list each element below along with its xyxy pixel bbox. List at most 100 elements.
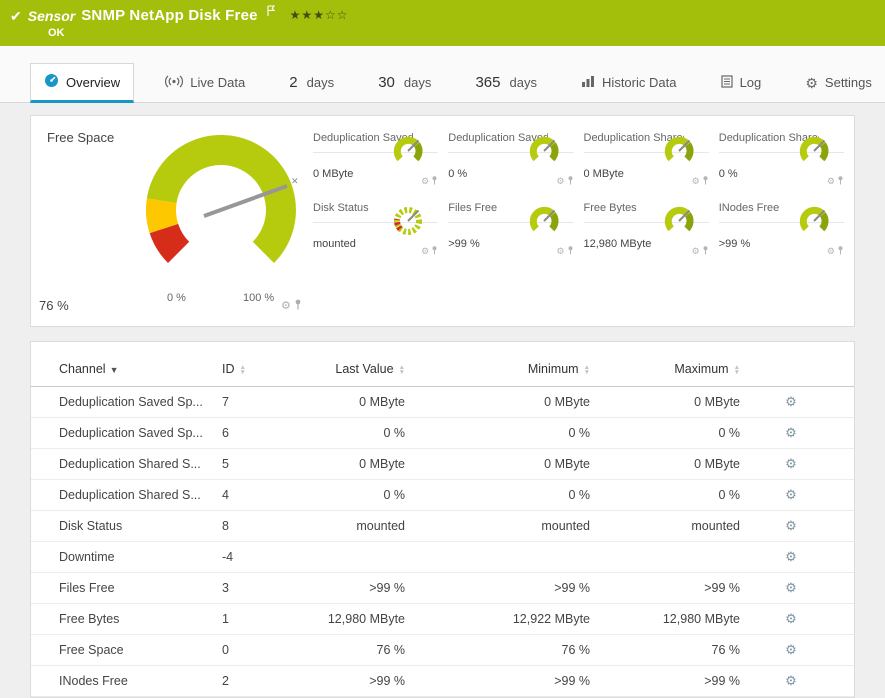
channel-id: -4: [216, 542, 296, 573]
gear-icon[interactable]: ⚙: [827, 247, 835, 256]
channel-settings-icon[interactable]: ⚙: [785, 673, 797, 688]
last-value: mounted: [296, 511, 411, 542]
minimum-value: 0 MByte: [411, 449, 596, 480]
channel-settings-icon[interactable]: ⚙: [785, 456, 797, 471]
mini-gauge-dedup-shared-pct[interactable]: Deduplication Shared ... 0 % ⚙: [719, 128, 844, 192]
channel-name: Deduplication Saved Sp...: [31, 418, 216, 449]
table-row[interactable]: Downtime -4 ⚙: [31, 542, 854, 573]
channel-id: 6: [216, 418, 296, 449]
gear-icon[interactable]: ⚙: [421, 247, 429, 256]
maximum-value: mounted: [596, 511, 746, 542]
last-value: 0 %: [296, 418, 411, 449]
channel-settings-icon[interactable]: ⚙: [785, 487, 797, 502]
flag-icon[interactable]: [266, 4, 276, 22]
mini-gauge-free-bytes[interactable]: Free Bytes 12,980 MByte ⚙: [584, 198, 709, 262]
gauge-pin-icon[interactable]: [294, 297, 302, 315]
sort-icon: ▲▼: [399, 365, 405, 375]
channel-id: 7: [216, 387, 296, 418]
channel-name: INodes Free: [31, 666, 216, 697]
table-row[interactable]: Deduplication Shared S... 4 0 % 0 % 0 % …: [31, 480, 854, 511]
tab-historic-data[interactable]: Historic Data: [568, 63, 689, 102]
pin-icon[interactable]: [837, 242, 844, 260]
mini-gauge-dedup-saved-bytes[interactable]: Deduplication Saved S... 0 MByte ⚙: [313, 128, 438, 192]
pin-icon[interactable]: [431, 172, 438, 190]
tab-365-days[interactable]: 365 days: [462, 63, 550, 102]
channel-settings-icon[interactable]: ⚙: [785, 642, 797, 657]
mini-gauge-dedup-saved-pct[interactable]: Deduplication Saved S... 0 % ⚙: [448, 128, 573, 192]
minimum-value: 76 %: [411, 635, 596, 666]
pin-icon[interactable]: [837, 172, 844, 190]
table-row[interactable]: Files Free 3 >99 % >99 % >99 % ⚙: [31, 573, 854, 604]
main-gauge-title: Free Space: [47, 130, 114, 145]
channel-settings-icon[interactable]: ⚙: [785, 611, 797, 626]
channel-settings-icon[interactable]: ⚙: [785, 425, 797, 440]
maximum-value: [596, 542, 746, 573]
table-header-row: Channel▼ ID▲▼ Last Value▲▼ Minimum▲▼ Max…: [31, 354, 854, 387]
last-value: 76 %: [296, 635, 411, 666]
log-icon: [721, 75, 733, 91]
channel-settings-icon[interactable]: ⚙: [785, 549, 797, 564]
last-value: >99 %: [296, 573, 411, 604]
mini-gauge-value: 12,980 MByte: [584, 238, 652, 250]
channel-settings-icon[interactable]: ⚙: [785, 394, 797, 409]
mini-gauge-disk-status[interactable]: Disk Status mounted ⚙: [313, 198, 438, 262]
last-value: 0 MByte: [296, 387, 411, 418]
mini-gauge-dial: [794, 134, 834, 170]
pin-icon[interactable]: [702, 242, 709, 260]
tab-live-data[interactable]: Live Data: [152, 63, 258, 102]
mini-gauge-dedup-shared-bytes[interactable]: Deduplication Shared ... 0 MByte ⚙: [584, 128, 709, 192]
col-header-channel[interactable]: Channel▼: [31, 354, 216, 387]
gear-icon[interactable]: ⚙: [827, 177, 835, 186]
mini-gauge-value: mounted: [313, 238, 356, 250]
mini-gauge-inodes-free[interactable]: INodes Free >99 % ⚙: [719, 198, 844, 262]
status-badge: OK: [48, 27, 875, 39]
gear-icon[interactable]: ⚙: [692, 247, 700, 256]
pin-icon[interactable]: [567, 242, 574, 260]
priority-stars[interactable]: ★★★☆☆: [290, 8, 349, 22]
pin-icon[interactable]: [567, 172, 574, 190]
main-gauge-value: 76 %: [39, 298, 69, 313]
table-row[interactable]: Deduplication Shared S... 5 0 MByte 0 MB…: [31, 449, 854, 480]
gear-icon[interactable]: ⚙: [556, 247, 564, 256]
table-row[interactable]: Deduplication Saved Sp... 6 0 % 0 % 0 % …: [31, 418, 854, 449]
stars-filled: ★★★: [290, 8, 325, 22]
gear-icon[interactable]: ⚙: [556, 177, 564, 186]
sort-desc-icon: ▼: [110, 365, 119, 375]
settings-gear-icon: ⚙: [805, 76, 818, 90]
table-row[interactable]: Free Space 0 76 % 76 % 76 % ⚙: [31, 635, 854, 666]
col-header-minimum[interactable]: Minimum▲▼: [411, 354, 596, 387]
col-header-id[interactable]: ID▲▼: [216, 354, 296, 387]
tab-log[interactable]: Log: [708, 63, 775, 102]
tab-2-days[interactable]: 2 days: [276, 63, 347, 102]
tab-settings[interactable]: ⚙ Settings: [792, 63, 885, 102]
last-value: [296, 542, 411, 573]
mini-gauge-value: >99 %: [719, 238, 751, 250]
channel-id: 2: [216, 666, 296, 697]
col-header-maximum[interactable]: Maximum▲▼: [596, 354, 746, 387]
minimum-value: [411, 542, 596, 573]
minimum-value: 0 %: [411, 418, 596, 449]
gear-icon[interactable]: ⚙: [692, 177, 700, 186]
gear-icon[interactable]: ⚙: [421, 177, 429, 186]
sensor-title: SNMP NetApp Disk Free: [81, 7, 257, 24]
table-row[interactable]: Deduplication Saved Sp... 7 0 MByte 0 MB…: [31, 387, 854, 418]
gauge-gear-icon[interactable]: ⚙: [281, 301, 291, 312]
tab-overview[interactable]: Overview: [30, 63, 134, 103]
tab-365-days-label: days: [509, 75, 536, 90]
last-value: 12,980 MByte: [296, 604, 411, 635]
table-row[interactable]: Free Bytes 1 12,980 MByte 12,922 MByte 1…: [31, 604, 854, 635]
channel-settings-icon[interactable]: ⚙: [785, 580, 797, 595]
pin-icon[interactable]: [431, 242, 438, 260]
tab-settings-label: Settings: [825, 75, 872, 90]
col-header-last-value[interactable]: Last Value▲▼: [296, 354, 411, 387]
pin-icon[interactable]: [702, 172, 709, 190]
tab-30-days[interactable]: 30 days: [365, 63, 444, 102]
sort-icon: ▲▼: [734, 365, 740, 375]
table-row[interactable]: Disk Status 8 mounted mounted mounted ⚙: [31, 511, 854, 542]
channel-settings-icon[interactable]: ⚙: [785, 518, 797, 533]
channel-table: Channel▼ ID▲▼ Last Value▲▼ Minimum▲▼ Max…: [31, 354, 854, 697]
table-row[interactable]: INodes Free 2 >99 % >99 % >99 % ⚙: [31, 666, 854, 697]
mini-gauge-files-free[interactable]: Files Free >99 % ⚙: [448, 198, 573, 262]
maximum-value: 0 %: [596, 418, 746, 449]
tab-live-data-label: Live Data: [190, 75, 245, 90]
